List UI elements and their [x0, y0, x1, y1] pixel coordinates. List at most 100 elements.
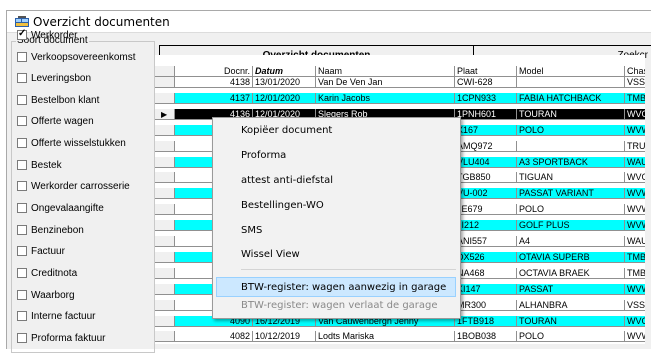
checkbox-verkoopsovereenkomst[interactable]: Verkoopsovereenkomst [17, 50, 136, 64]
checkbox-box[interactable] [17, 73, 27, 83]
row-indicator[interactable] [155, 220, 175, 232]
row-indicator[interactable] [155, 188, 175, 200]
grid-cell: TRUZ [625, 140, 645, 152]
grid-cell: TMBH [625, 267, 645, 279]
checkbox-box[interactable] [17, 290, 27, 300]
grid-cell: JE679 [455, 204, 517, 216]
checkbox-label: Interne factuur [31, 310, 96, 322]
checkbox-ongevalaangifte[interactable]: Ongevalaangifte [17, 201, 104, 215]
grid-cell: Lodts Mariska [316, 331, 455, 343]
row-indicator[interactable] [155, 283, 175, 295]
menu-item-btw-register-wagen-verlaat-de-garage: BTW-register: wagen verlaat de garage [241, 300, 438, 311]
grid-cell: OTAVIA SUPERB [517, 251, 625, 263]
checkbox-label: Benzinebon [31, 224, 84, 236]
checkbox-proforma-faktuur[interactable]: Proforma faktuur [17, 331, 105, 345]
row-indicator[interactable]: ▶ [155, 108, 175, 120]
grid-cell: 4138 [175, 77, 253, 88]
checkbox-werkorder-carrosserie[interactable]: Werkorder carrosserie [17, 179, 130, 193]
grid-cell: ALHANBRA [517, 299, 625, 311]
menu-item-kopi-er-document[interactable]: Kopiëer document [213, 121, 460, 141]
checkbox-label: Werkorder carrosserie [31, 180, 130, 192]
checkbox-box[interactable] [17, 28, 27, 40]
checkbox-box[interactable] [17, 116, 27, 126]
grid-cell [517, 140, 625, 152]
grid-cell: TOURAN [517, 315, 625, 327]
grid-cell: 1CPN933 [455, 92, 517, 104]
checkbox-box[interactable] [17, 333, 27, 343]
grid-cell: WVW [625, 331, 645, 343]
row-indicator[interactable] [155, 124, 175, 136]
grid-cell: WVW [625, 124, 645, 136]
row-indicator[interactable] [155, 267, 175, 279]
column-header-plaat[interactable]: Plaat [455, 66, 517, 77]
checkbox-offerte-wisselstukken[interactable]: Offerte wisselstukken [17, 136, 126, 150]
grid-cell [517, 77, 625, 88]
checkbox-box[interactable] [17, 203, 27, 213]
column-header-model[interactable]: Model [517, 66, 625, 77]
grid-cell: WAUZ [625, 236, 645, 247]
title-bar: Overzicht documenten [7, 11, 651, 33]
grid-cell: DX526 [455, 251, 517, 263]
checkbox-label: Proforma faktuur [31, 332, 106, 344]
checkbox-label: Creditnota [31, 267, 78, 279]
row-indicator[interactable] [155, 315, 175, 327]
table-row[interactable]: 4082 10/12/2019 Lodts Mariska 1BOB038 POLO WV… [155, 331, 645, 343]
checkbox-box[interactable] [17, 52, 27, 62]
grid-cell: WVW [625, 283, 645, 295]
menu-item-proforma[interactable]: Proforma [213, 146, 460, 166]
checkbox-label: Ongevalaangifte [31, 202, 104, 214]
checkbox-label: Verkoopsovereenkomst [31, 51, 136, 63]
row-indicator[interactable] [155, 251, 175, 263]
checkbox-bestek[interactable]: Bestek [17, 158, 62, 172]
grid-cell: 10/12/2019 [253, 331, 316, 343]
grid-cell: TOURAN [517, 108, 625, 120]
checkbox-label: Werkorder [31, 29, 78, 41]
checkbox-box[interactable] [17, 311, 27, 321]
grid-cell: WVW [625, 220, 645, 232]
row-indicator[interactable] [155, 140, 175, 152]
row-indicator[interactable] [155, 299, 175, 311]
column-header-docnr[interactable]: Docnr. [175, 66, 253, 77]
checkbox-werkorder[interactable]: Werkorder [17, 28, 78, 42]
window-title: Overzicht documenten [33, 15, 170, 29]
row-indicator[interactable] [155, 172, 175, 184]
column-header-datum[interactable]: Datum [253, 66, 316, 77]
checkbox-interne-factuur[interactable]: Interne factuur [17, 309, 95, 323]
row-indicator[interactable] [155, 92, 175, 104]
checkbox-creditnota[interactable]: Creditnota [17, 266, 77, 280]
grid-cell: POLO [517, 204, 625, 216]
menu-item-bestellingen-wo[interactable]: Bestellingen-WO [213, 196, 460, 216]
row-indicator[interactable] [155, 156, 175, 168]
row-indicator[interactable] [155, 77, 175, 88]
checkbox-box[interactable] [17, 225, 27, 235]
checkbox-factuur[interactable]: Factuur [17, 244, 65, 258]
checkbox-label: Offerte wisselstukken [31, 137, 126, 149]
checkbox-box[interactable] [17, 268, 27, 278]
grid-header-row: Docnr.DatumNaamPlaatModelChass [155, 66, 645, 77]
row-indicator[interactable] [155, 331, 175, 343]
checkbox-box[interactable] [17, 181, 27, 191]
menu-item-sms[interactable]: SMS [213, 221, 460, 241]
column-header-naam[interactable]: Naam [316, 66, 455, 77]
grid-cell: PASSAT [517, 283, 625, 295]
table-row[interactable]: 4137 12/01/2020 Karin Jacobs 1CPN933 FABIA H… [155, 92, 645, 104]
menu-item-btw-register-wagen-aanwezig-in-garage[interactable]: BTW-register: wagen aanwezig in garage [216, 277, 456, 297]
checkbox-waarborg[interactable]: Waarborg [17, 288, 75, 302]
checkbox-label: Waarborg [31, 289, 75, 301]
checkbox-box[interactable] [17, 160, 27, 170]
checkbox-box[interactable] [17, 246, 27, 256]
checkbox-offerte-wagen[interactable]: Offerte wagen [17, 114, 94, 128]
grid-cell: GOLF PLUS [517, 220, 625, 232]
checkbox-box[interactable] [17, 138, 27, 148]
menu-item-attest-anti-diefstal[interactable]: attest anti-diefstal [213, 171, 460, 191]
checkbox-leveringsbon[interactable]: Leveringsbon [17, 71, 91, 85]
table-row[interactable]: 413813/01/2020Van De Ven JanCWI-628 VSSZ [155, 77, 645, 88]
checkbox-bestelbon-klant[interactable]: Bestelbon klant [17, 93, 99, 107]
row-indicator[interactable] [155, 204, 175, 216]
document-type-group: Soort document WerkorderVerkoopsovereenk… [11, 28, 155, 353]
checkbox-benzinebon[interactable]: Benzinebon [17, 223, 84, 237]
menu-item-wissel-view[interactable]: Wissel View [213, 245, 460, 265]
row-indicator[interactable] [155, 236, 175, 247]
column-header-chass[interactable]: Chass [625, 66, 645, 77]
checkbox-box[interactable] [17, 95, 27, 105]
